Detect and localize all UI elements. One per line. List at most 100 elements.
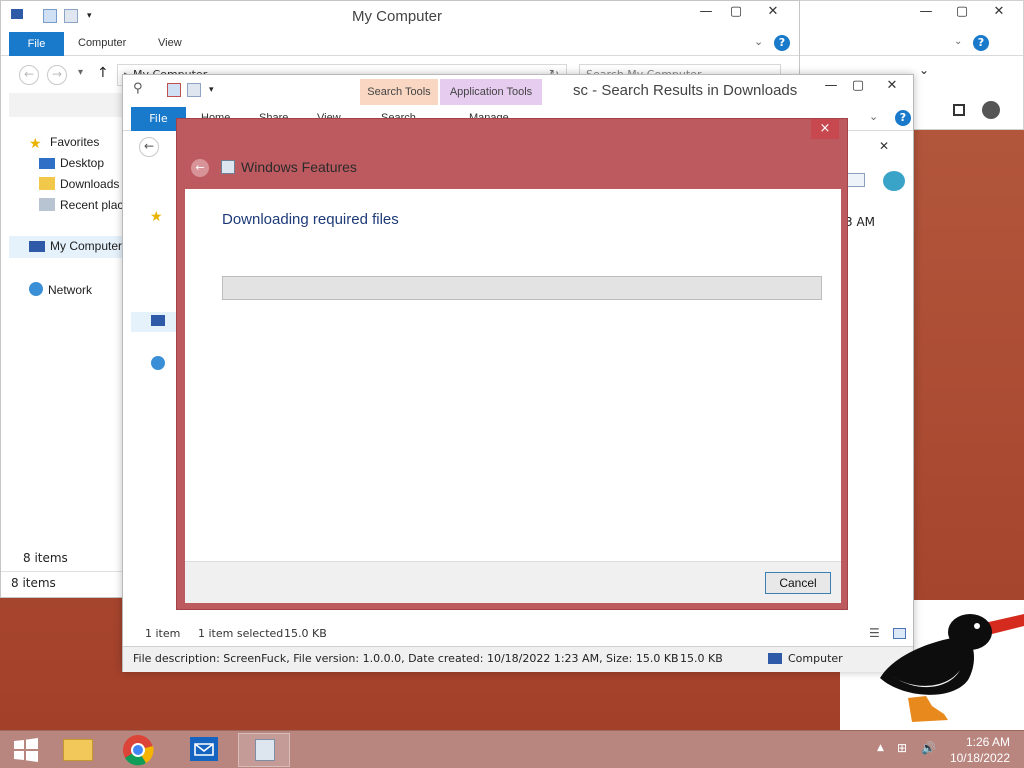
- items-count: 8 items: [23, 551, 68, 565]
- dialog-content: Downloading required files: [185, 189, 841, 561]
- back-icon[interactable]: ←: [191, 159, 209, 177]
- window-title: My Computer: [352, 8, 443, 25]
- star-icon: ★: [29, 135, 42, 151]
- maximize-icon[interactable]: ▢: [722, 3, 750, 23]
- nav-desktop[interactable]: Desktop: [39, 156, 104, 176]
- search-options-icon[interactable]: [847, 173, 865, 187]
- maximize-icon[interactable]: ▢: [844, 77, 872, 97]
- clear-search-icon[interactable]: ✕: [879, 139, 889, 153]
- properties-icon[interactable]: [167, 83, 181, 97]
- clock-time: 1:26 AM: [965, 735, 1010, 749]
- maximize-icon[interactable]: ▢: [947, 3, 977, 23]
- expand-ribbon-icon[interactable]: ⌄: [754, 35, 763, 48]
- network-icon: [29, 282, 43, 296]
- navigation-pane: ★ Favorites Desktop Downloads Recent plac…: [9, 121, 131, 571]
- recent-locations-icon[interactable]: ▾: [78, 67, 83, 78]
- taskbar-windows-features[interactable]: [238, 733, 290, 767]
- nav-label: Downloads: [60, 177, 120, 191]
- minimize-icon[interactable]: —: [817, 77, 845, 97]
- chrome-icon: [123, 735, 154, 766]
- nav-label: Network: [48, 283, 93, 297]
- chevron-down-icon[interactable]: ⌄: [919, 63, 929, 77]
- internet-search-icon[interactable]: [883, 171, 905, 191]
- ribbon-bar: [799, 32, 1023, 56]
- tab-search-tools[interactable]: Search Tools: [360, 79, 438, 105]
- nav-label: Desktop: [60, 156, 105, 170]
- help-icon[interactable]: ?: [774, 35, 790, 51]
- date-fragment: 3 AM: [845, 215, 876, 229]
- file-description: File description: ScreenFuck, File versi…: [133, 652, 679, 665]
- file-size: 15.0 KB: [680, 652, 723, 665]
- mail-icon: [190, 737, 218, 761]
- close-icon[interactable]: ✕: [869, 77, 915, 97]
- back-icon[interactable]: ←: [19, 65, 39, 85]
- nav-favorites[interactable]: ★ Favorites: [29, 135, 99, 155]
- windows-features-dialog[interactable]: × ← Windows Features Downloading require…: [176, 118, 848, 610]
- user-icon[interactable]: [982, 101, 1000, 119]
- penguin-eye: [974, 623, 980, 629]
- cancel-button[interactable]: Cancel: [765, 572, 831, 594]
- window-title: sc - Search Results in Downloads: [573, 82, 798, 99]
- folder-icon: [63, 739, 93, 761]
- status-size: 15.0 KB: [284, 627, 327, 640]
- taskbar-file-explorer[interactable]: [52, 733, 104, 767]
- new-folder-icon[interactable]: [64, 9, 78, 23]
- penguin-foot: [908, 696, 948, 722]
- search-icon: ⚲: [133, 81, 143, 96]
- tab-computer[interactable]: Computer: [78, 37, 126, 49]
- forward-icon[interactable]: →: [47, 65, 67, 85]
- help-icon[interactable]: ?: [895, 110, 911, 126]
- start-button[interactable]: [0, 733, 52, 767]
- back-icon[interactable]: ←: [139, 137, 159, 157]
- properties-icon[interactable]: [43, 9, 57, 23]
- nav-network[interactable]: Network: [29, 282, 92, 302]
- dialog-heading: Downloading required files: [222, 211, 399, 228]
- up-icon[interactable]: ↑: [97, 65, 109, 81]
- nav-recent-places[interactable]: Recent places: [39, 198, 131, 218]
- status-items-count: 1 item: [145, 627, 181, 640]
- downloads-icon: [39, 177, 55, 190]
- dialog-title: Windows Features: [241, 159, 357, 175]
- new-folder-icon[interactable]: [187, 83, 201, 97]
- status-bar: 8 items: [1, 571, 131, 597]
- tab-file[interactable]: File: [9, 32, 64, 56]
- computer-icon: [768, 653, 782, 664]
- minimize-icon[interactable]: —: [911, 3, 941, 23]
- clock-date: 10/18/2022: [949, 751, 1010, 765]
- status-items-count: 8 items: [11, 576, 56, 590]
- chevron-down-icon[interactable]: ⌄: [954, 36, 962, 47]
- preview-pane-icon[interactable]: [953, 104, 965, 116]
- nav-label: My Computer: [50, 239, 123, 253]
- download-progress-bar: [222, 276, 822, 300]
- nav-my-computer[interactable]: My Computer: [9, 236, 131, 258]
- close-icon[interactable]: ×: [811, 119, 839, 139]
- computer-icon: [151, 315, 165, 326]
- close-icon[interactable]: ✕: [984, 3, 1014, 23]
- volume-icon[interactable]: 🔊: [921, 741, 936, 755]
- expand-ribbon-icon[interactable]: ⌄: [869, 110, 878, 123]
- title-bar: ▾ My Computer — ▢ ✕: [1, 1, 799, 31]
- windows-features-icon: [221, 160, 235, 174]
- computer-icon: [29, 241, 45, 252]
- star-icon: ★: [150, 209, 163, 225]
- network-tray-icon[interactable]: ⊞: [897, 741, 907, 755]
- help-icon[interactable]: ?: [973, 35, 989, 51]
- customize-qat-icon[interactable]: ▾: [87, 11, 92, 21]
- file-location: Computer: [788, 652, 843, 665]
- minimize-icon[interactable]: —: [692, 3, 720, 23]
- clock[interactable]: 1:26 AM 10/18/2022: [950, 734, 1010, 766]
- penguin-image: [880, 614, 1024, 722]
- network-icon: [151, 356, 165, 370]
- tab-view[interactable]: View: [158, 37, 182, 49]
- status-bar: 1 item 1 item selected 15.0 KB ☰: [123, 623, 913, 645]
- taskbar-chrome[interactable]: [112, 733, 164, 767]
- nav-downloads[interactable]: Downloads: [39, 177, 119, 197]
- tab-application-tools[interactable]: Application Tools: [440, 79, 542, 105]
- nav-label: Favorites: [50, 135, 100, 149]
- taskbar-mail[interactable]: [178, 733, 230, 767]
- customize-qat-icon[interactable]: ▾: [209, 85, 214, 95]
- close-icon[interactable]: ✕: [750, 3, 796, 23]
- show-hidden-icons-icon[interactable]: ▲: [877, 743, 884, 753]
- dialog-footer: Cancel: [185, 561, 841, 603]
- recent-places-icon: [39, 198, 55, 211]
